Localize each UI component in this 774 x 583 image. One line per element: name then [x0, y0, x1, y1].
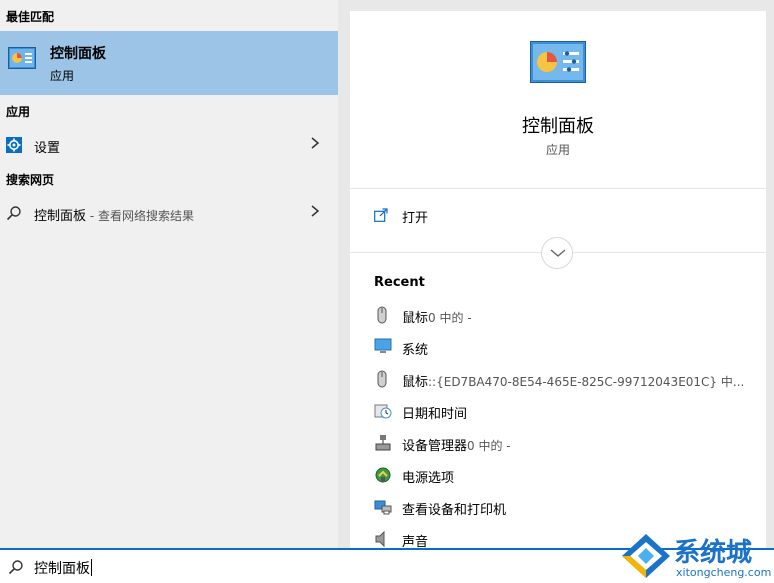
preview-hero: 控制面板 应用: [350, 11, 766, 188]
clock-icon: [374, 402, 392, 420]
open-action[interactable]: 打开: [350, 201, 766, 233]
search-query: 控制面板: [34, 561, 90, 577]
recent-item-label: 设备管理器: [402, 439, 468, 454]
recent-item-label: 系统: [402, 343, 429, 358]
open-icon: [374, 207, 388, 222]
chevron-right-icon[interactable]: [310, 135, 320, 155]
open-label: 打开: [402, 211, 429, 226]
recent-item[interactable]: 鼠标::{ED7BA470-8E54-465E-825C-99712043E01…: [350, 365, 766, 397]
watermark-logo: 系统城 xitongcheng.com: [620, 530, 774, 583]
result-web-search[interactable]: 控制面板 - 查看网络搜索结果: [0, 197, 338, 229]
best-match-name: 控制面板: [50, 46, 106, 62]
result-settings[interactable]: 设置: [0, 129, 338, 161]
search-input[interactable]: 控制面板: [34, 558, 92, 578]
recent-title: Recent: [374, 275, 425, 290]
control-panel-icon: [530, 41, 586, 83]
gear-icon: [6, 137, 22, 153]
recent-item[interactable]: 系统: [350, 333, 766, 365]
chevron-right-icon[interactable]: [310, 203, 320, 223]
web-result-label: 控制面板: [34, 209, 87, 224]
preview-pane: 控制面板 应用 打开 Recent 鼠标0 中的 - 系统 鼠标::{ED7BA…: [350, 11, 766, 550]
web-header: 搜索网页: [6, 173, 55, 187]
preview-type: 应用: [545, 143, 570, 157]
best-match-type: 应用: [50, 69, 75, 83]
device-manager-icon: [374, 434, 391, 452]
recent-item[interactable]: 鼠标0 中的 -: [350, 301, 766, 333]
recent-item-label: 电源选项: [402, 471, 455, 486]
watermark-url: xitongcheng.com: [676, 566, 772, 579]
best-match-header: 最佳匹配: [6, 10, 55, 24]
control-panel-icon: [8, 47, 36, 69]
expand-button[interactable]: [541, 237, 573, 269]
recent-item[interactable]: 日期和时间: [350, 397, 766, 429]
best-match-result[interactable]: 控制面板 应用: [0, 31, 338, 95]
speaker-icon: [374, 530, 390, 548]
mouse-icon: [374, 370, 390, 388]
mouse-icon: [374, 306, 390, 324]
power-options-icon: [374, 466, 391, 484]
recent-item[interactable]: 电源选项: [350, 461, 766, 493]
watermark-text: 系统城: [674, 538, 753, 568]
text-caret: [91, 559, 92, 576]
recent-item-suffix: ::{ED7BA470-8E54-465E-825C-99712043E01C}…: [428, 375, 744, 389]
recent-item[interactable]: 设备管理器0 中的 -: [350, 429, 766, 461]
divider: [350, 188, 766, 189]
chevron-down-icon: [550, 249, 566, 257]
recent-item-suffix: 0 中的 -: [428, 311, 472, 325]
recent-item-label: 查看设备和打印机: [402, 503, 507, 518]
watermark-diamond-icon: [622, 534, 670, 578]
web-result-suffix: - 查看网络搜索结果: [86, 209, 194, 223]
recent-item-suffix: 0 中的 -: [467, 439, 511, 453]
printer-icon: [374, 498, 392, 516]
results-pane: 最佳匹配 控制面板 应用 应用 设置 搜索网页 控制面板 - 查看网络搜索结果: [0, 0, 338, 548]
preview-title: 控制面板: [522, 116, 594, 137]
search-icon: [6, 205, 22, 221]
search-icon: [8, 559, 24, 579]
recent-item-label: 鼠标: [402, 375, 429, 390]
recent-item[interactable]: 查看设备和打印机: [350, 493, 766, 525]
result-settings-label: 设置: [34, 141, 61, 156]
recent-item-label: 日期和时间: [402, 407, 468, 422]
apps-header: 应用: [6, 105, 31, 119]
monitor-icon: [374, 338, 392, 356]
recent-item-label: 鼠标: [402, 311, 429, 326]
